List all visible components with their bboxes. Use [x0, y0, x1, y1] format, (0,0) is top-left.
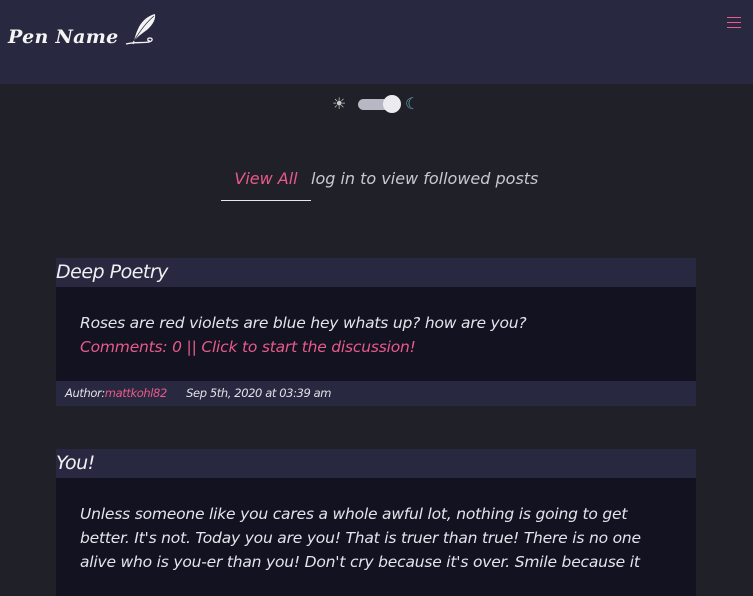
post-meta: Author:mattkohl82 Sep 5th, 2020 at 03:39… — [56, 381, 696, 406]
sun-icon: ☀ — [332, 94, 347, 113]
post-title[interactable]: Deep Poetry — [56, 258, 696, 287]
comments-link[interactable]: Comments: 0 || Click to start the discus… — [80, 335, 672, 359]
switch-knob — [383, 95, 401, 113]
tab-followed-posts[interactable]: log in to view followed posts — [311, 168, 538, 201]
post-text: Unless someone like you cares a whole aw… — [80, 505, 641, 571]
tab-view-all[interactable]: View All — [221, 168, 311, 201]
post-text: Roses are red violets are blue hey whats… — [80, 314, 527, 332]
hamburger-menu-icon[interactable] — [727, 17, 741, 28]
moon-icon: ☾ — [405, 94, 420, 113]
feed-tabs: View All log in to view followed posts — [221, 168, 538, 201]
author-label: Author: — [65, 386, 105, 400]
author-link[interactable]: mattkohl82 — [105, 386, 167, 400]
post-card: You! Unless someone like you cares a who… — [56, 449, 696, 596]
dark-mode-switch[interactable] — [358, 94, 402, 114]
post-title[interactable]: You! — [56, 449, 696, 478]
menu-line — [727, 17, 741, 18]
theme-toggle: ☀ ☾ — [332, 94, 419, 114]
post-card: Deep Poetry Roses are red violets are bl… — [56, 258, 696, 406]
menu-line — [727, 22, 741, 23]
brand-name: Pen Name — [8, 26, 119, 48]
menu-line — [727, 27, 741, 28]
post-body: Unless someone like you cares a whole aw… — [56, 478, 696, 596]
navbar: Pen Name — [0, 0, 753, 84]
post-body: Roses are red violets are blue hey whats… — [56, 287, 696, 381]
brand-logo[interactable]: Pen Name — [8, 12, 161, 47]
quill-icon — [125, 14, 155, 45]
post-date: Sep 5th, 2020 at 03:39 am — [186, 386, 332, 400]
